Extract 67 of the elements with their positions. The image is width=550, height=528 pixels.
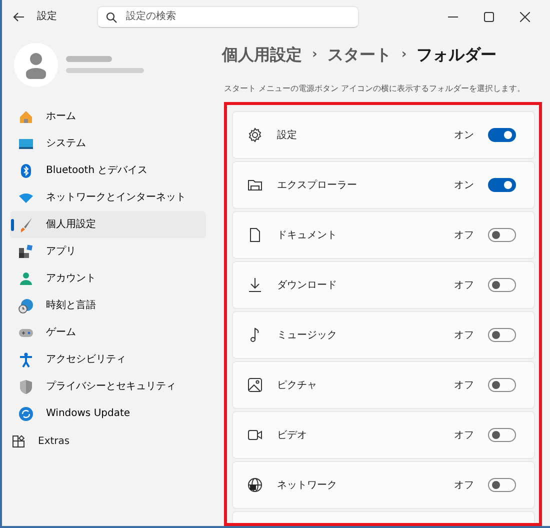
toggle-switch[interactable]: [488, 128, 516, 142]
toggle-switch[interactable]: [488, 428, 516, 442]
breadcrumb-separator: ›: [401, 46, 407, 64]
description-text: スタート メニューの電源ボタン アイコンの横に表示するフォルダーを選択します。: [224, 83, 526, 95]
breadcrumb-item[interactable]: スタート: [327, 43, 392, 67]
brush-icon: [18, 216, 34, 232]
setting-label: ネットワーク: [277, 478, 337, 492]
breadcrumb-item[interactable]: 個人用設定: [222, 43, 302, 67]
maximize-icon[interactable]: [484, 12, 494, 22]
toggle-switch[interactable]: [488, 378, 516, 392]
document-icon: [247, 227, 263, 243]
toggle-switch[interactable]: [488, 278, 516, 292]
home-icon: [18, 108, 34, 124]
nav-item[interactable]: Windows Update: [10, 400, 206, 427]
toggle-switch[interactable]: [488, 178, 516, 192]
toggle-state-text: オフ: [454, 278, 474, 292]
window-title: 設定: [37, 10, 57, 24]
search-field[interactable]: 設定の検索: [97, 6, 359, 28]
setting-label: ミュージック: [277, 328, 337, 342]
folder-icon: [247, 177, 263, 193]
extras-icon: [12, 435, 25, 448]
globe-clock-icon: [18, 298, 34, 314]
breadcrumb-item: フォルダー: [416, 44, 497, 66]
toggle-switch[interactable]: [488, 478, 516, 492]
shield-icon: [18, 378, 34, 394]
close-icon[interactable]: [520, 12, 530, 22]
nav-item[interactable]: 個人用設定: [10, 211, 206, 238]
nav-item[interactable]: システム: [10, 130, 206, 157]
toggle-state-text: オフ: [454, 328, 474, 342]
gear-icon: [247, 127, 263, 143]
avatar-icon: [14, 43, 58, 87]
toggle-state-text: オフ: [454, 478, 474, 492]
nav-item[interactable]: 時刻と言語: [10, 292, 206, 319]
setting-label: ピクチャ: [277, 378, 317, 392]
back-icon[interactable]: [13, 12, 25, 22]
nav-item[interactable]: Extras: [38, 434, 70, 449]
bluetooth-icon: [18, 162, 34, 178]
nav-item[interactable]: Bluetooth とデバイス: [10, 157, 206, 184]
sync-icon: [18, 406, 34, 422]
setting-label: 設定: [277, 128, 297, 142]
nav-item[interactable]: アプリ: [10, 238, 206, 265]
nav-item[interactable]: ホーム: [10, 103, 206, 130]
toggle-state-text: オフ: [454, 378, 474, 392]
toggle-state-text: オフ: [454, 428, 474, 442]
toggle-switch[interactable]: [488, 228, 516, 242]
setting-label: ドキュメント: [277, 228, 337, 242]
setting-label: ビデオ: [277, 428, 307, 442]
search-icon: [106, 12, 117, 22]
nav-item[interactable]: プライバシーとセキュリティ: [10, 373, 206, 400]
apps-icon: [18, 244, 34, 260]
toggle-state-text: オン: [454, 128, 474, 142]
toggle-state-text: オン: [454, 178, 474, 192]
download-icon: [247, 277, 263, 293]
video-camera-icon: [247, 427, 263, 443]
toggle-state-text: オフ: [454, 228, 474, 242]
image-icon: [247, 377, 263, 393]
person-icon: [18, 270, 34, 286]
toggle-switch[interactable]: [488, 328, 516, 342]
nav-item[interactable]: アクセシビリティ: [10, 346, 206, 373]
breadcrumb-separator: ›: [312, 46, 318, 64]
accessibility-icon: [18, 352, 34, 368]
setting-label: エクスプローラー: [277, 178, 357, 192]
setting-label: ダウンロード: [277, 278, 337, 292]
nav-item[interactable]: アカウント: [10, 265, 206, 292]
nav-item[interactable]: ネットワークとインターネット: [10, 184, 206, 211]
nav-item[interactable]: ゲーム: [10, 319, 206, 346]
globe-icon: [247, 477, 263, 493]
